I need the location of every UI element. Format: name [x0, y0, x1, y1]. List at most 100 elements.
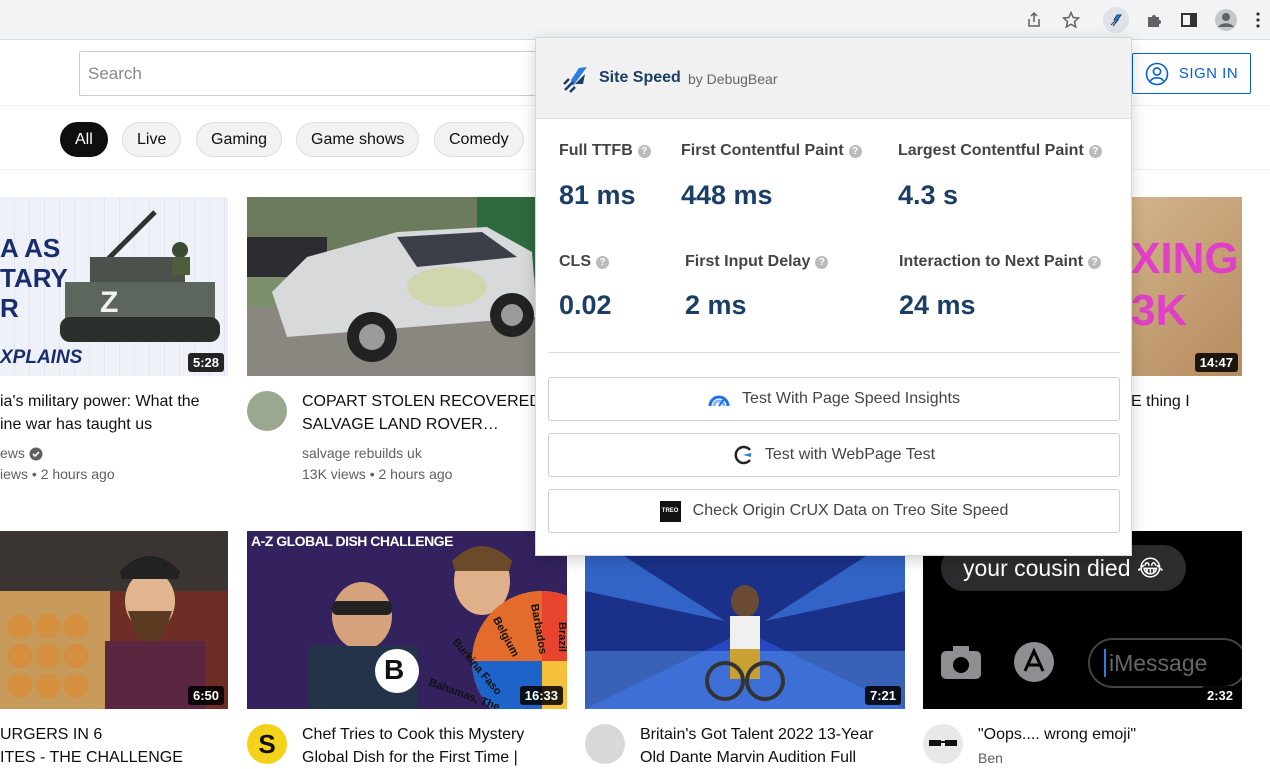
metric-label-text: First Contentful Paint	[681, 142, 844, 159]
sign-in-label: SIGN IN	[1178, 65, 1239, 82]
video-duration: 6:50	[187, 686, 224, 705]
sunglasses-avatar-image	[929, 740, 957, 746]
star-icon[interactable]	[1058, 7, 1084, 33]
video-thumbnail[interactable]: your cousin died 😂 iMessage 2:32	[923, 531, 1242, 709]
metric-label-text: First Input Delay	[685, 253, 811, 270]
metric-value-ttfb: 81 ms	[559, 180, 636, 210]
video-thumbnail[interactable]: 22	[247, 197, 567, 376]
video-title-line: Old Dante Marvin Audition Full	[640, 749, 857, 766]
thumbnail-overlay-text: XING 3K	[1131, 234, 1239, 335]
channel-name[interactable]: Ben	[978, 748, 1178, 769]
video-title[interactable]: COPART STOLEN RECOVERED SALVAGE LAND ROV…	[302, 390, 542, 436]
help-icon[interactable]: ?	[1088, 144, 1102, 158]
burgers-image	[0, 531, 228, 709]
metric-label-inp: Interaction to Next Paint ?	[899, 253, 1102, 271]
webpagetest-button[interactable]: Test with WebPage Test	[548, 433, 1120, 477]
pagespeed-icon	[708, 395, 730, 407]
video-title[interactable]: Britain's Got Talent 2022 13-Year Old Da…	[640, 723, 900, 769]
video-title[interactable]: URGERS IN 6 ITES - THE CHALLENGE	[0, 723, 228, 769]
treo-crux-button[interactable]: TREO Check Origin CrUX Data on Treo Site…	[548, 489, 1120, 533]
app-store-icon	[1014, 642, 1054, 682]
chip-game-shows[interactable]: Game shows	[296, 122, 420, 157]
treo-icon: TREO	[659, 500, 681, 522]
video-title[interactable]: E thing I	[1131, 390, 1251, 413]
thumbnail-caption: A-Z GLOBAL DISH CHALLENGE	[251, 533, 453, 549]
channel-name[interactable]: ews	[0, 443, 25, 464]
metric-value-cls: 0.02	[559, 290, 612, 320]
metric-value-fid: 2 ms	[685, 290, 747, 320]
avatar-letter: S	[258, 728, 276, 759]
popup-header: Site Speed by DebugBear	[536, 38, 1131, 119]
video-title-line: URGERS IN 6	[0, 726, 103, 743]
thumbnail-overlay-text: A AS TARY R	[0, 233, 68, 323]
site-speed-extension-icon[interactable]	[1103, 7, 1129, 33]
help-icon[interactable]: ?	[848, 144, 862, 158]
avatar[interactable]	[923, 724, 963, 764]
pagespeed-insights-button[interactable]: Test With Page Speed Insights	[548, 377, 1120, 421]
chip-live[interactable]: Live	[122, 122, 182, 157]
video-title[interactable]: ia's military power: What the ine war ha…	[0, 390, 228, 436]
video-thumbnail[interactable]: A-Z GLOBAL DISH CHALLENGE B Belgium Barb…	[247, 531, 567, 709]
video-thumbnail[interactable]: 6:50	[0, 531, 228, 709]
extensions-puzzle-icon[interactable]	[1141, 7, 1167, 33]
metric-label-text: CLS	[559, 253, 591, 270]
browser-toolbar	[0, 0, 1270, 40]
site-speed-popup: Site Speed by DebugBear Full TTFB ? 81 m…	[535, 37, 1132, 556]
metric-label-fcp: First Contentful Paint ?	[681, 142, 862, 160]
tank-image: Z	[60, 210, 220, 342]
dish-challenge-image	[247, 531, 567, 709]
help-icon[interactable]: ?	[815, 255, 829, 269]
search-input[interactable]: Search	[79, 51, 549, 96]
video-duration: 2:32	[1201, 686, 1238, 705]
metric-value-inp: 24 ms	[899, 290, 976, 320]
metric-label-text: Full TTFB	[559, 142, 633, 159]
video-title-line: Global Dish for the First Time |	[302, 749, 518, 766]
brand-by: by DebugBear	[688, 71, 778, 87]
video-title-line: Chef Tries to Cook this Mystery	[302, 726, 525, 743]
more-vert-icon[interactable]	[1250, 7, 1266, 33]
video-meta: ews iews • 2 hours ago	[0, 443, 228, 485]
imessage-input: iMessage	[1088, 638, 1242, 688]
video-title-line: SALVAGE LAND ROVER…	[302, 416, 499, 433]
video-duration: 7:21	[864, 686, 901, 705]
button-label: Test with WebPage Test	[764, 446, 936, 463]
help-icon[interactable]: ?	[1088, 255, 1102, 269]
profile-icon[interactable]	[1213, 7, 1239, 33]
video-thumbnail[interactable]: 7:21	[585, 531, 905, 709]
imessage-placeholder: iMessage	[1109, 649, 1208, 676]
webpagetest-icon	[734, 445, 751, 465]
side-panel-icon[interactable]	[1176, 7, 1202, 33]
video-title[interactable]: Chef Tries to Cook this Mystery Global D…	[302, 723, 552, 769]
search-placeholder: Search	[88, 63, 142, 83]
view-count: 13K views • 2 hours ago	[302, 466, 453, 482]
chip-comedy[interactable]: Comedy	[434, 122, 524, 157]
avatar[interactable]	[585, 724, 625, 764]
metric-value-fcp: 448 ms	[681, 180, 773, 210]
text-cursor	[1104, 649, 1106, 677]
wheel-label: Brazil	[555, 622, 567, 652]
metric-label-text: Interaction to Next Paint	[899, 253, 1084, 270]
avatar[interactable]: S	[247, 724, 287, 764]
share-icon[interactable]	[1021, 7, 1047, 33]
svg-text:Z: Z	[100, 286, 118, 319]
video-thumbnail[interactable]: Z A AS TARY R XPLAINS 5:28	[0, 197, 228, 376]
help-icon[interactable]: ?	[596, 255, 609, 269]
video-thumbnail[interactable]: XING 3K 14:47	[1131, 197, 1242, 376]
video-duration: 14:47	[1194, 353, 1238, 372]
sign-in-button[interactable]: SIGN IN	[1132, 53, 1251, 94]
avatar[interactable]	[247, 391, 287, 431]
button-label: Check Origin CrUX Data on Treo Site Spee…	[692, 502, 1009, 519]
help-icon[interactable]: ?	[637, 144, 651, 158]
chip-gaming[interactable]: Gaming	[196, 122, 283, 157]
metric-label-fid: First Input Delay ?	[685, 253, 829, 271]
metric-label-cls: CLS ?	[559, 253, 609, 271]
thumbnail-caption: XPLAINS	[0, 347, 83, 368]
video-meta: salvage rebuilds uk 13K views • 2 hours …	[302, 443, 542, 485]
chip-all[interactable]: All	[60, 122, 108, 157]
site-speed-logo-icon	[563, 67, 587, 93]
channel-name[interactable]: salvage rebuilds uk	[302, 443, 542, 464]
stage-image	[585, 531, 905, 709]
video-title-line: ine war has taught us	[0, 416, 153, 433]
video-title[interactable]: "Oops.... wrong emoji"	[978, 723, 1238, 746]
camera-icon	[941, 646, 981, 679]
